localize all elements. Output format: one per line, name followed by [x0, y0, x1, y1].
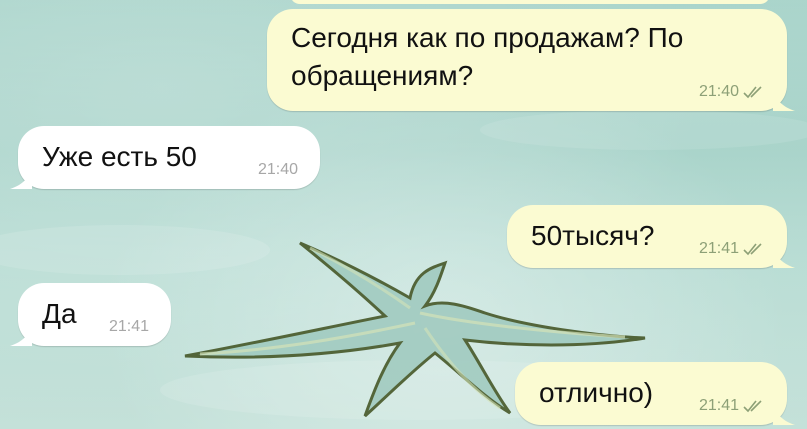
message-time: 21:41: [108, 318, 149, 335]
message-time: 21:41: [698, 397, 739, 414]
message-meta: 21:40: [258, 161, 298, 179]
message-time: 21:40: [698, 83, 739, 100]
message-meta: 21:41: [699, 397, 765, 415]
outgoing-message-bubble[interactable]: Сегодня как по продажам? По обращениям? …: [267, 9, 795, 111]
outgoing-message-bubble[interactable]: 50тысяч? 21:41: [507, 205, 795, 268]
message-text: Да: [42, 298, 77, 329]
double-check-icon: [743, 400, 762, 413]
outgoing-message-bubble[interactable]: отлично) 21:41: [515, 362, 795, 425]
message-text: отлично): [539, 377, 654, 408]
incoming-message-bubble[interactable]: Уже есть 50 21:40: [10, 126, 320, 189]
double-check-icon: [743, 243, 762, 256]
message-time: 21:40: [257, 161, 298, 178]
bubble-tail: [773, 405, 795, 425]
bubble-tail: [10, 326, 32, 346]
message-meta: 21:41: [699, 240, 765, 258]
bubble-tail: [773, 91, 795, 111]
message-meta: 21:41: [109, 318, 149, 336]
message-text: Уже есть 50: [42, 141, 197, 172]
message-text: 50тысяч?: [531, 220, 655, 251]
bubble-tail: [773, 248, 795, 268]
message-text: Сегодня как по продажам? По обращениям?: [291, 22, 692, 91]
bubble-tail: [10, 169, 32, 189]
double-check-icon: [743, 86, 762, 99]
previous-message-edge: [290, 0, 770, 4]
incoming-message-bubble[interactable]: Да 21:41: [10, 283, 171, 346]
message-time: 21:41: [698, 240, 739, 257]
message-meta: 21:40: [699, 83, 765, 101]
